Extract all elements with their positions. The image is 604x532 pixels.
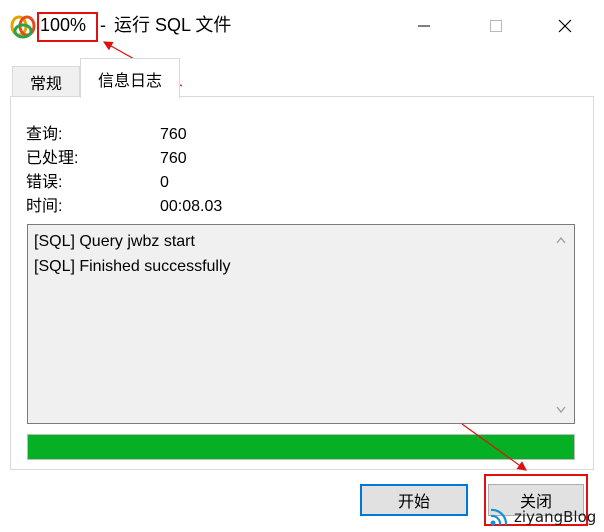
chevron-down-icon (556, 406, 566, 414)
tab-general-label: 常规 (29, 75, 62, 93)
stat-value-errors: 0 (160, 174, 169, 191)
title-separator: - (100, 15, 106, 35)
log-output[interactable] (27, 224, 575, 424)
log-line: [SQL] Finished successfully (34, 258, 231, 275)
stat-value-processed: 760 (160, 150, 187, 167)
minimize-icon (418, 25, 430, 27)
window-title: 运行 SQL 文件 (114, 15, 232, 35)
stat-label-queries: 查询: (26, 126, 63, 143)
wifi-logo-icon (490, 508, 508, 526)
annotation-box-percent (37, 12, 98, 42)
progress-bar-fill (28, 435, 574, 459)
watermark-text: ziyangBlog (514, 508, 597, 526)
tab-general[interactable]: 常规 (12, 66, 80, 96)
window-close-button[interactable] (543, 8, 587, 44)
close-icon (558, 19, 572, 33)
tab-info-log[interactable]: 信息日志 (80, 58, 180, 98)
maximize-button[interactable] (474, 8, 518, 44)
start-button[interactable]: 开始 (360, 484, 468, 516)
tab-info-log-label: 信息日志 (97, 72, 162, 90)
progress-bar (27, 434, 575, 460)
chevron-up-icon (556, 236, 566, 244)
stat-value-time: 00:08.03 (160, 198, 223, 215)
stat-value-queries: 760 (160, 126, 187, 143)
watermark: ziyangBlog (488, 504, 596, 530)
stat-label-processed: 已处理: (26, 150, 79, 167)
stat-label-time: 时间: (26, 198, 63, 215)
scroll-up-button[interactable] (550, 230, 572, 250)
minimize-button[interactable] (402, 8, 446, 44)
log-line: [SQL] Query jwbz start (34, 233, 195, 250)
maximize-icon (490, 20, 502, 32)
stat-label-errors: 错误: (26, 174, 63, 191)
scroll-down-button[interactable] (550, 400, 572, 420)
navicat-app-icon (10, 14, 36, 40)
log-scrollbar[interactable] (550, 226, 572, 422)
start-button-label: 开始 (397, 494, 430, 511)
